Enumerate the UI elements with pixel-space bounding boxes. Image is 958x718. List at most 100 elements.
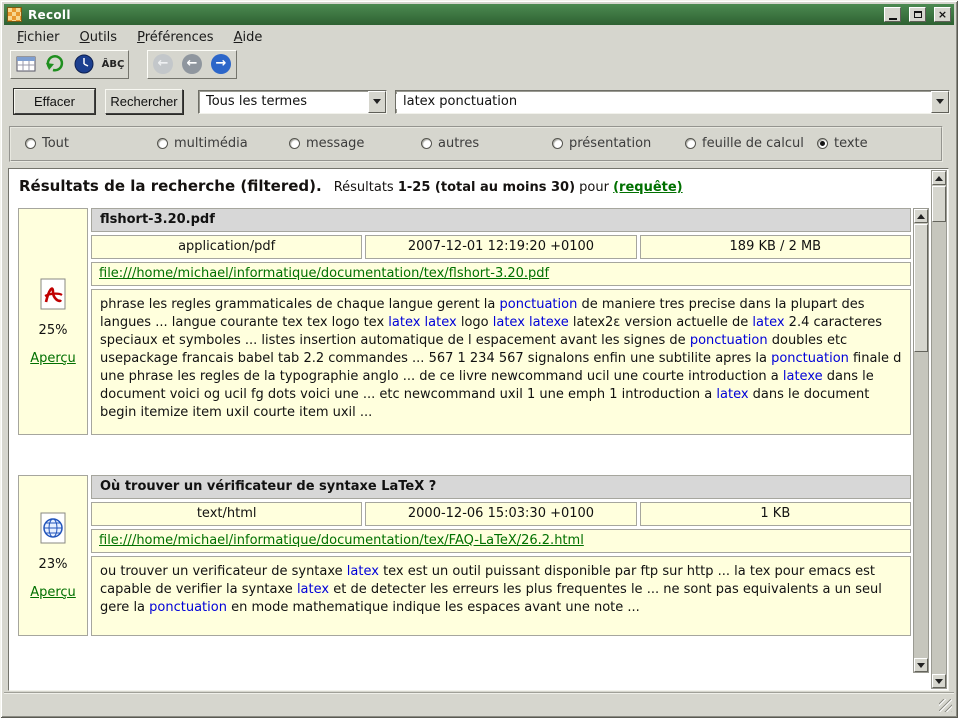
results-list: 25% Aperçu flshort-3.20.pdf application/… <box>18 208 911 673</box>
result-mime: text/html <box>91 502 362 526</box>
menu-outils[interactable]: Outils <box>75 29 123 46</box>
radio-icon[interactable] <box>421 138 432 149</box>
query-history-dropdown-button[interactable] <box>931 91 949 113</box>
search-mode-select[interactable]: Tous les termes <box>198 90 387 114</box>
result-url-link[interactable]: file:///home/michael/informatique/docume… <box>99 533 584 548</box>
filter-label: multimédia <box>174 136 248 151</box>
filter-tout[interactable]: Tout <box>25 136 69 151</box>
result-item[interactable]: 23% Aperçu Où trouver un vérificateur de… <box>18 475 911 636</box>
result-title[interactable]: flshort-3.20.pdf <box>91 208 911 232</box>
menubar: Fichier Outils Préférences Aide <box>5 27 953 48</box>
radio-icon[interactable] <box>25 138 36 149</box>
relevance-percent: 25% <box>39 323 68 338</box>
filter-autres[interactable]: autres <box>421 136 479 151</box>
filter-multimedia[interactable]: multimédia <box>157 136 248 151</box>
next-page-button[interactable]: → <box>208 52 234 77</box>
filter-label: Tout <box>42 136 69 151</box>
results-pane: Résultats de la recherche (filtered).Rés… <box>8 168 949 691</box>
result-title[interactable]: Où trouver un vérificateur de syntaxe La… <box>91 475 911 499</box>
search-input[interactable] <box>396 94 931 109</box>
search-row: Effacer Rechercher Tous les termes <box>8 88 950 115</box>
preview-link[interactable]: Aperçu <box>30 351 76 366</box>
scroll-down-button[interactable] <box>932 674 946 688</box>
chevron-down-icon <box>936 99 944 104</box>
filter-feuille-de-calcul[interactable]: feuille de calcul <box>685 136 804 151</box>
scroll-up-button[interactable] <box>932 171 946 185</box>
radio-icon[interactable] <box>552 138 563 149</box>
filter-label: autres <box>438 136 479 151</box>
radio-icon[interactable] <box>157 138 168 149</box>
search-mode-value: Tous les termes <box>199 94 368 109</box>
result-date: 2000-12-06 15:03:30 +0100 <box>365 502 636 526</box>
clear-search-button[interactable] <box>13 52 39 77</box>
arrow-up-icon <box>917 214 925 219</box>
back-disabled-icon: ← <box>153 54 173 74</box>
results-connector: pour <box>579 180 609 195</box>
app-icon <box>7 7 22 22</box>
arrow-down-icon <box>917 663 925 668</box>
close-button[interactable]: × <box>934 7 951 22</box>
results-title: Résultats de la recherche (filtered). <box>19 177 322 195</box>
back-icon: ← <box>182 54 202 74</box>
radio-icon[interactable] <box>685 138 696 149</box>
update-index-button[interactable] <box>42 52 68 77</box>
arrow-down-icon <box>935 679 943 684</box>
relevance-percent: 23% <box>39 557 68 572</box>
scroll-up-button[interactable] <box>914 209 928 223</box>
results-range: 1-25 (total au moins 30) <box>398 180 575 195</box>
search-button[interactable]: Rechercher <box>105 89 183 114</box>
preview-link[interactable]: Aperçu <box>30 585 76 600</box>
filter-label: texte <box>834 136 868 151</box>
clear-button[interactable]: Effacer <box>14 89 95 114</box>
chevron-down-icon <box>373 99 381 104</box>
forward-icon: → <box>211 54 231 74</box>
html-file-icon <box>40 512 66 544</box>
result-mime: application/pdf <box>91 235 362 259</box>
filter-presentation[interactable]: présentation <box>552 136 651 151</box>
first-page-button[interactable]: ← <box>150 52 176 77</box>
toolbar-group-main: ÂBÇ <box>10 50 129 79</box>
result-url-row: file:///home/michael/informatique/docume… <box>91 262 911 286</box>
result-abstract: ou trouver un verificateur de syntaxe la… <box>91 556 911 636</box>
term-explorer-button[interactable]: ÂBÇ <box>100 52 126 77</box>
result-size: 1 KB <box>640 502 911 526</box>
status-bar <box>4 692 954 714</box>
recoll-window: Recoll × Fichier Outils Préférences Aide <box>0 0 958 718</box>
scroll-down-button[interactable] <box>914 658 928 672</box>
radio-icon[interactable] <box>817 138 828 149</box>
query-combo[interactable] <box>395 90 950 114</box>
scrollbar-thumb[interactable] <box>932 186 946 222</box>
query-link[interactable]: (requête) <box>613 180 683 195</box>
result-url-row: file:///home/michael/informatique/docume… <box>91 529 911 553</box>
history-button[interactable] <box>71 52 97 77</box>
results-pane-scrollbar[interactable] <box>931 170 947 689</box>
search-mode-dropdown-button[interactable] <box>368 91 386 113</box>
result-size: 189 KB / 2 MB <box>640 235 911 259</box>
result-meta-row: application/pdf 2007-12-01 12:19:20 +010… <box>91 235 911 259</box>
filter-label: présentation <box>569 136 651 151</box>
result-meta-row: text/html 2000-12-06 15:03:30 +0100 1 KB <box>91 502 911 526</box>
radio-icon[interactable] <box>289 138 300 149</box>
filter-label: message <box>306 136 364 151</box>
maximize-button[interactable] <box>909 7 926 22</box>
menu-aide[interactable]: Aide <box>229 29 268 46</box>
result-item[interactable]: 25% Aperçu flshort-3.20.pdf application/… <box>18 208 911 435</box>
previous-page-button[interactable]: ← <box>179 52 205 77</box>
minimize-button[interactable] <box>884 7 901 22</box>
maximize-icon <box>914 11 922 18</box>
window-title: Recoll <box>28 8 876 22</box>
menu-fichier[interactable]: Fichier <box>12 29 65 46</box>
arrow-up-icon <box>935 176 943 181</box>
scrollbar-thumb[interactable] <box>914 224 928 352</box>
menu-preferences[interactable]: Préférences <box>132 29 218 46</box>
filter-message[interactable]: message <box>289 136 364 151</box>
result-date: 2007-12-01 12:19:20 +0100 <box>365 235 636 259</box>
result-url-link[interactable]: file:///home/michael/informatique/docume… <box>99 266 549 281</box>
filter-texte[interactable]: texte <box>817 136 868 151</box>
minimize-icon <box>889 18 897 20</box>
result-main: flshort-3.20.pdf application/pdf 2007-12… <box>91 208 911 435</box>
resize-grip[interactable] <box>939 699 952 712</box>
results-list-scrollbar[interactable] <box>913 208 929 673</box>
result-side-panel: 25% Aperçu <box>18 208 88 435</box>
titlebar[interactable]: Recoll × <box>4 4 954 25</box>
